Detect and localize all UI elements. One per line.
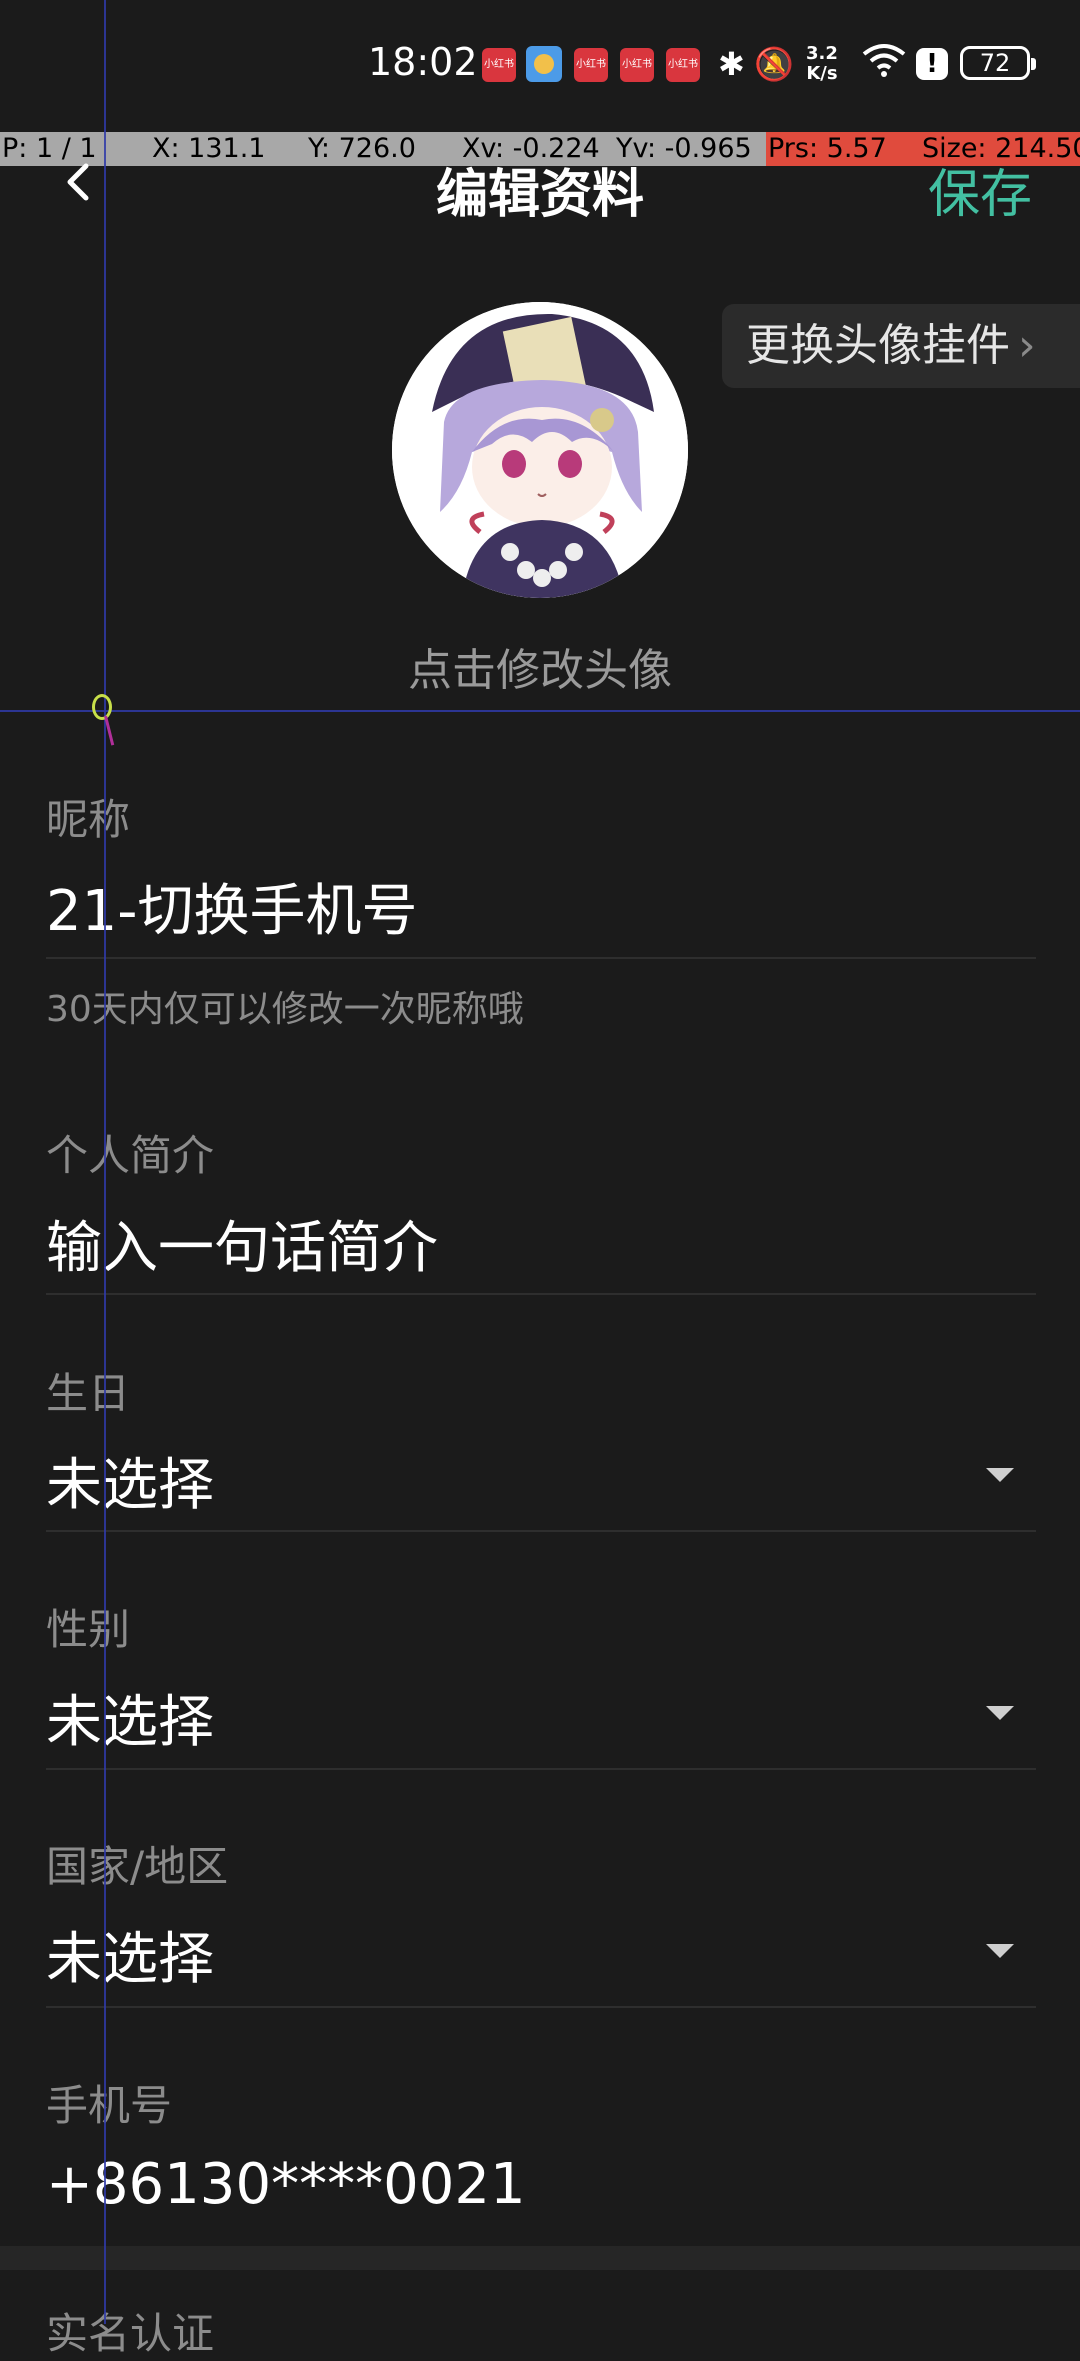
nickname-field[interactable]: 21-切换手机号 <box>46 866 417 947</box>
section-divider <box>0 2246 1080 2270</box>
change-avatar-pendant-button[interactable]: 更换头像挂件 › <box>722 304 1080 388</box>
battery-indicator: 72 <box>960 46 1036 80</box>
xiaohongshu-notification-icon: 小红书 <box>620 48 654 82</box>
gender-label: 性别 <box>46 1605 131 1654</box>
pointer-crosshair-horizontal <box>0 710 1080 712</box>
bluetooth-icon: ✱ <box>718 45 745 83</box>
birthday-label: 生日 <box>46 1369 131 1418</box>
divider <box>46 1768 1036 1770</box>
pointer-crosshair-vertical <box>104 0 106 2324</box>
page-title: 编辑资料 <box>435 165 644 225</box>
divider <box>46 1530 1036 1532</box>
network-speed-unit: K/s <box>806 63 838 84</box>
network-speed-value: 3.2 <box>806 43 838 64</box>
chevron-right-icon: › <box>1018 320 1036 371</box>
divider <box>46 2006 1036 2008</box>
dropdown-caret-icon[interactable] <box>986 1706 1014 1720</box>
birthday-select[interactable]: 未选择 <box>46 1440 214 1521</box>
avatar[interactable] <box>392 302 688 598</box>
xiaohongshu-notification-icon: 小红书 <box>574 48 608 82</box>
gender-select[interactable]: 未选择 <box>46 1677 214 1758</box>
phone-label: 手机号 <box>46 2081 173 2130</box>
dropdown-caret-icon[interactable] <box>986 1944 1014 1958</box>
nickname-hint: 30天内仅可以修改一次昵称哦 <box>46 989 524 1030</box>
region-select[interactable]: 未选择 <box>46 1914 214 1995</box>
alert-icon: ! <box>916 48 948 80</box>
change-avatar-pendant-label: 更换头像挂件 <box>746 320 1010 371</box>
mute-bell-icon: 🔕 <box>754 45 794 83</box>
avatar-image <box>392 302 688 598</box>
region-label: 国家/地区 <box>46 1842 229 1891</box>
xiaohongshu-notification-icon: 小红书 <box>666 48 700 82</box>
divider <box>46 1293 1036 1295</box>
verification-label: 实名认证 <box>46 2309 215 2358</box>
wifi-icon <box>862 42 906 89</box>
status-time: 18:02 <box>368 40 478 84</box>
weather-icon <box>526 46 562 82</box>
save-button[interactable]: 保存 <box>928 152 1032 227</box>
dropdown-caret-icon[interactable] <box>986 1468 1014 1482</box>
change-avatar-hint[interactable]: 点击修改头像 <box>0 634 1080 698</box>
xiaohongshu-notification-icon: 小红书 <box>482 48 516 82</box>
bio-label: 个人简介 <box>46 1131 215 1180</box>
nickname-label: 昵称 <box>46 795 131 844</box>
network-speed: 3.2 K/s <box>806 44 838 84</box>
phone-field[interactable]: +86130****0021 <box>46 2152 526 2217</box>
divider <box>46 957 1036 959</box>
status-bar: 18:02 小红书 小红书 小红书 小红书 ✱ 🔕 3.2 K/s ! 72 <box>0 0 1080 130</box>
touch-point-marker <box>92 694 112 720</box>
